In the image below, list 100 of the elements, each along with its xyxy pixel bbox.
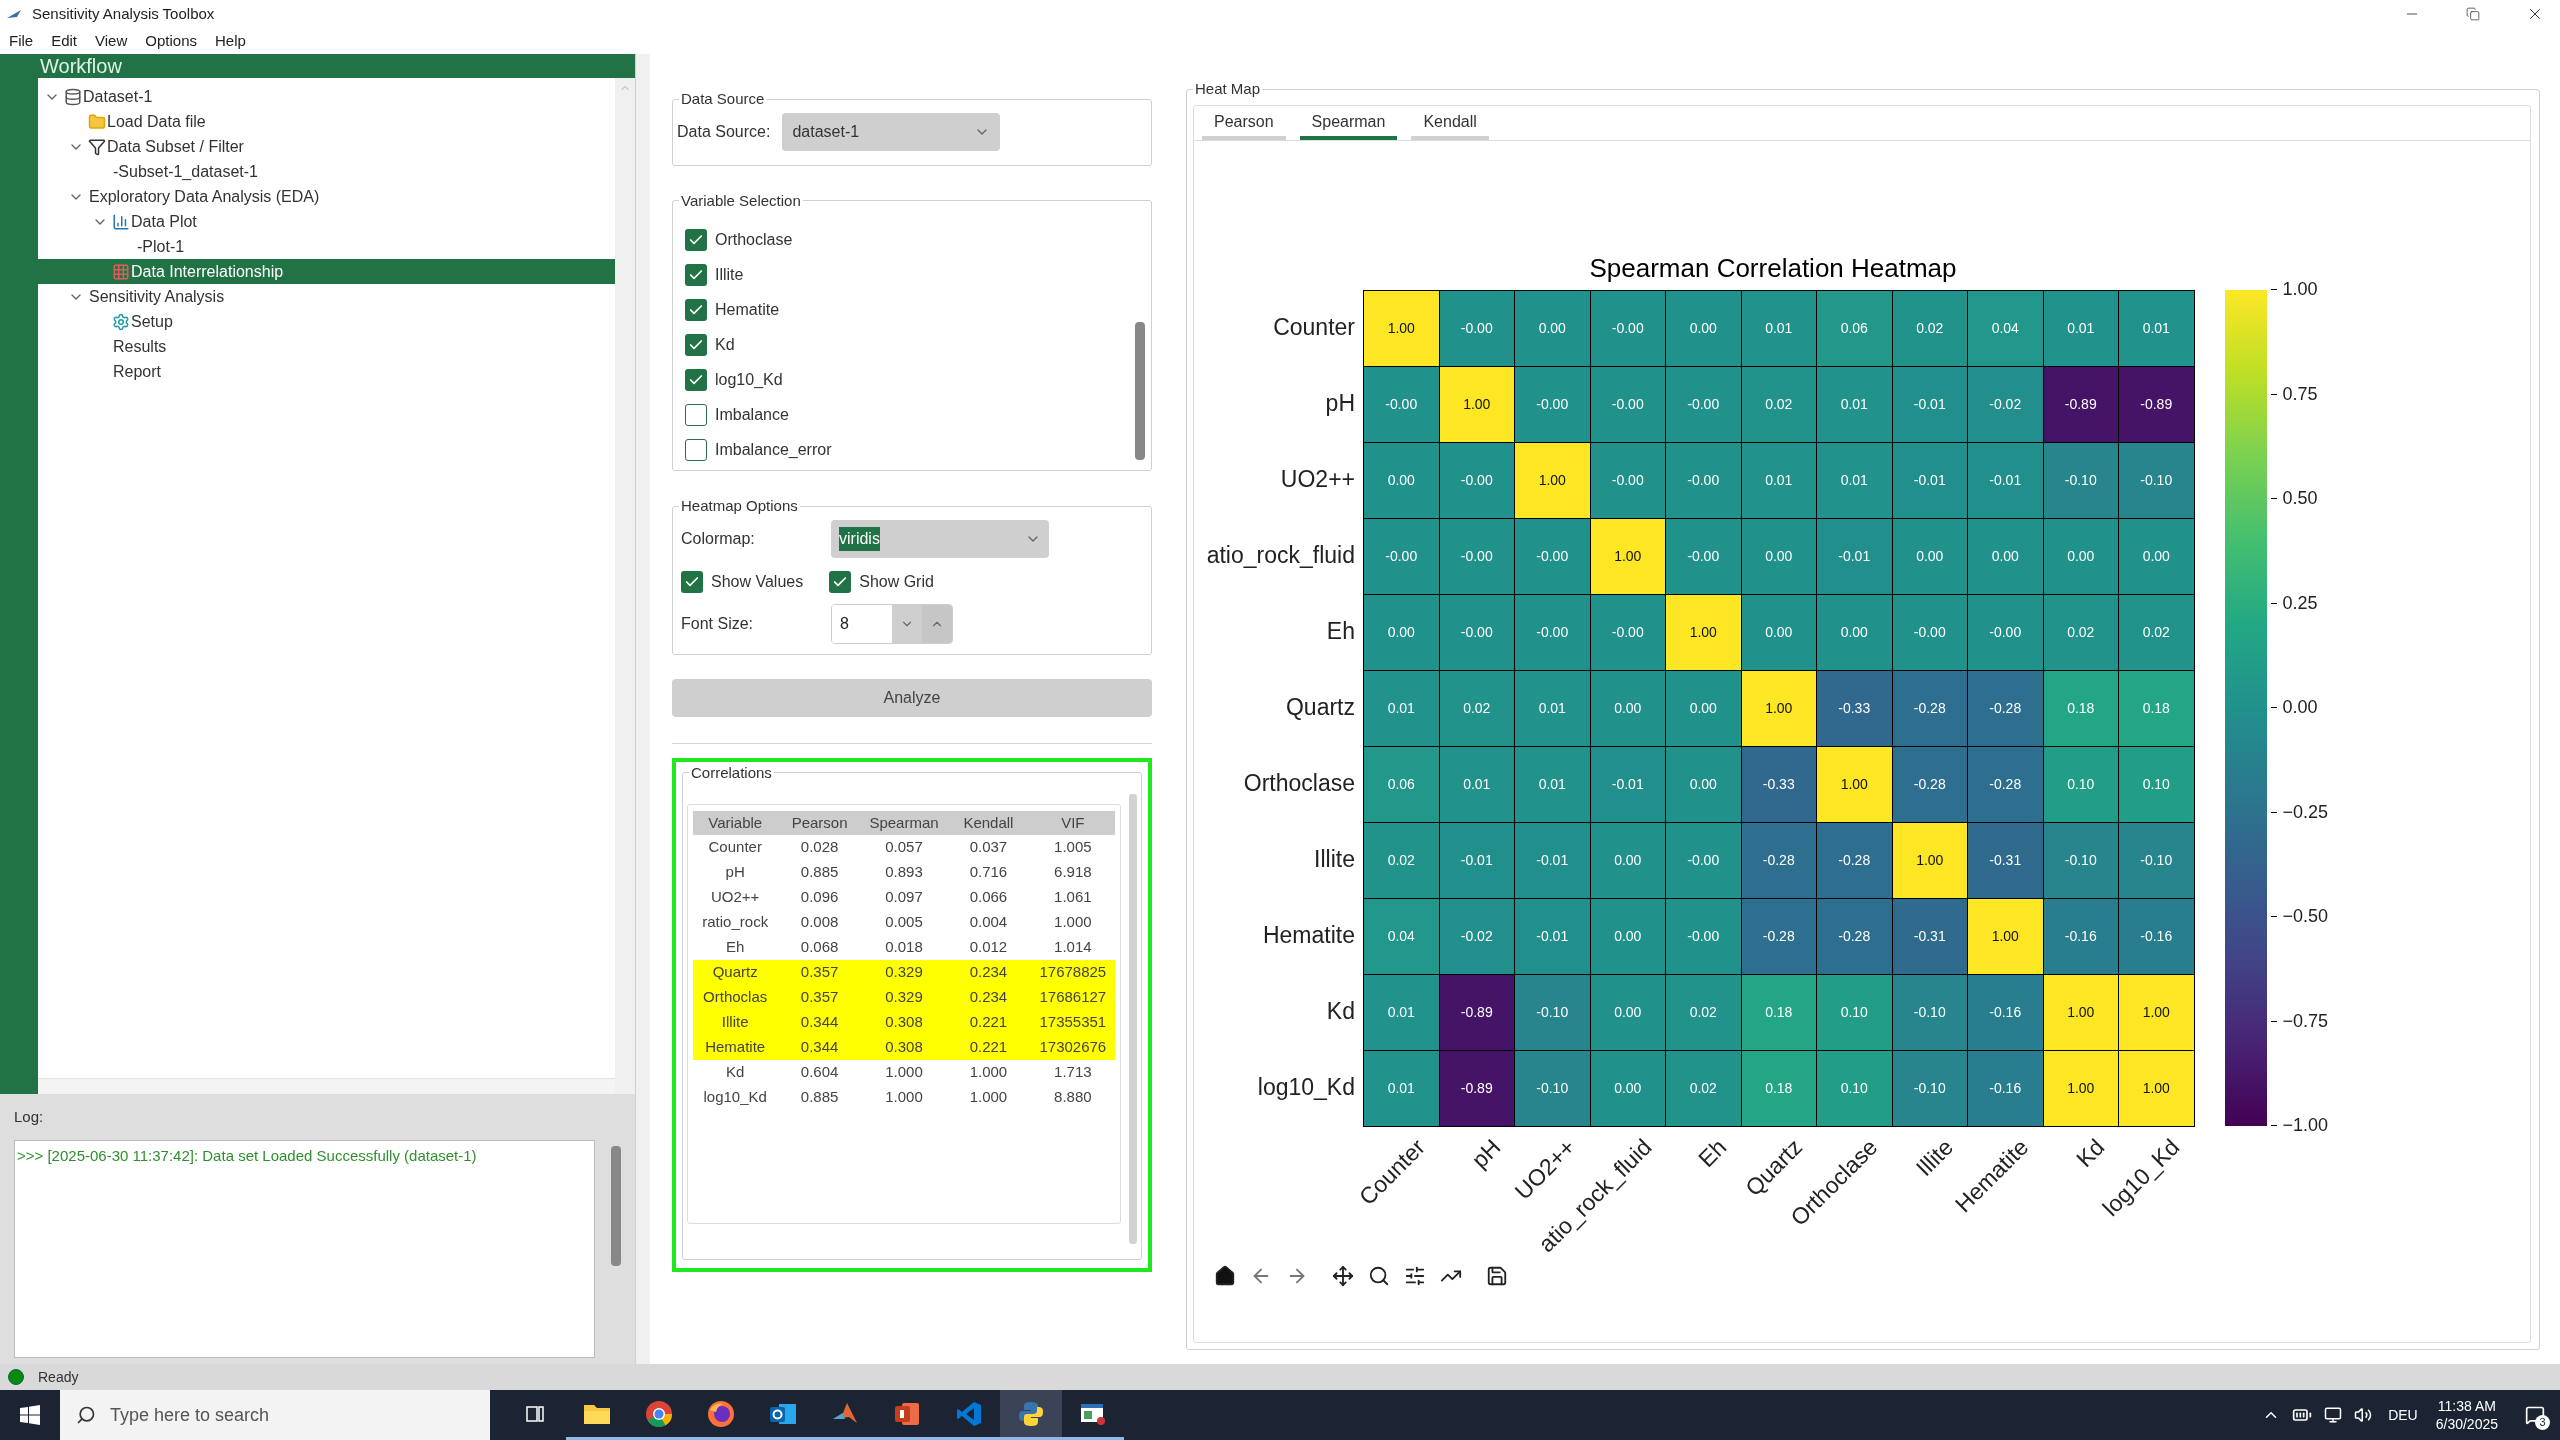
table-cell: 0.221 bbox=[946, 1010, 1031, 1035]
heatmap-cell: 0.01 bbox=[2119, 290, 2194, 366]
tree-item[interactable]: Data Interrelationship bbox=[38, 259, 615, 284]
notification-button[interactable]: 3 bbox=[2520, 1400, 2550, 1430]
search-field[interactable]: Type here to search bbox=[60, 1390, 490, 1440]
column-header: Kendall bbox=[962, 812, 1015, 833]
horizontal-scrollbar[interactable] bbox=[38, 1078, 615, 1094]
python-app-icon[interactable] bbox=[1018, 1400, 1044, 1427]
heatmap-cell: 0.00 bbox=[1666, 290, 1741, 366]
clock[interactable]: 11:38 AM 6/30/2025 bbox=[2435, 1397, 2498, 1433]
heatmap-cell: -0.28 bbox=[1817, 822, 1892, 898]
log-label: Log: bbox=[14, 1107, 45, 1127]
tree-item[interactable]: Results bbox=[38, 334, 615, 359]
tab[interactable]: Spearman bbox=[1299, 109, 1398, 140]
browser-icon[interactable] bbox=[707, 1399, 735, 1428]
heatmap-cell: 0.18 bbox=[1741, 1050, 1816, 1126]
tree-item[interactable]: Data Plot bbox=[38, 209, 615, 234]
tree-item[interactable]: Exploratory Data Analysis (EDA) bbox=[38, 184, 615, 209]
table-cell-text: 0.057 bbox=[884, 837, 924, 858]
heatmap-cell: 1.00 bbox=[2043, 974, 2118, 1050]
taskbar-app[interactable] bbox=[1000, 1390, 1062, 1440]
home-icon[interactable] bbox=[1214, 1264, 1236, 1287]
search-icon[interactable] bbox=[1368, 1264, 1390, 1287]
checkbox-label: Illite bbox=[715, 265, 744, 285]
data-source-dropdown[interactable]: dataset-1 bbox=[782, 112, 1001, 151]
group-title: Heatmap Options bbox=[680, 496, 799, 516]
heatmap-cell: -0.00 bbox=[1590, 290, 1665, 366]
table-cell: 17302676 bbox=[1030, 1035, 1116, 1060]
tree-item[interactable]: Report bbox=[38, 359, 615, 384]
heatmap-cell: -0.28 bbox=[1892, 746, 1967, 822]
menu-item[interactable]: Help bbox=[215, 29, 246, 53]
table-cell-text: 0.885 bbox=[799, 862, 840, 883]
menu-item[interactable]: View bbox=[95, 29, 128, 53]
slides-app-icon[interactable] bbox=[894, 1400, 920, 1427]
speaker-icon[interactable] bbox=[2354, 1406, 2373, 1424]
heatmap-cell: -0.00 bbox=[1515, 518, 1590, 594]
heatmap-cell: -0.16 bbox=[1968, 974, 2043, 1050]
tree-item[interactable]: Sensitivity Analysis bbox=[38, 284, 615, 309]
tree-item[interactable]: Dataset-1 bbox=[38, 84, 615, 109]
row-label: pH bbox=[1325, 389, 1355, 419]
checkbox[interactable] bbox=[685, 334, 707, 356]
heatmap-cell: -0.00 bbox=[1590, 366, 1665, 442]
tree-item[interactable]: -Subset-1_dataset-1 bbox=[38, 159, 615, 184]
tree-item[interactable]: Setup bbox=[38, 309, 615, 334]
checkbox[interactable] bbox=[685, 229, 707, 251]
heatmap-cell: 0.01 bbox=[2043, 290, 2118, 366]
tree-item[interactable]: Data Subset / Filter bbox=[38, 134, 615, 159]
start-icon[interactable] bbox=[20, 1405, 40, 1425]
tab[interactable]: Kendall bbox=[1411, 109, 1489, 140]
column-label: pH bbox=[1465, 1132, 1507, 1175]
analyze-button[interactable]: Analyze bbox=[672, 678, 1152, 717]
table-cell-text: 0.018 bbox=[884, 937, 924, 958]
tree-item[interactable]: Load Data file bbox=[38, 109, 615, 134]
font-size-spinbox[interactable]: 8 bbox=[831, 603, 953, 644]
restore-icon[interactable] bbox=[2466, 7, 2480, 21]
tree-item[interactable]: -Plot-1 bbox=[38, 234, 615, 259]
heatmap-cell: 0.18 bbox=[2043, 670, 2118, 746]
save-icon[interactable] bbox=[1486, 1264, 1508, 1287]
heatmap-cell: 0.10 bbox=[2043, 746, 2118, 822]
checkbox[interactable] bbox=[829, 570, 852, 593]
table-cell-text: 0.005 bbox=[884, 912, 924, 933]
menu-item[interactable]: Options bbox=[145, 29, 197, 53]
menu-item[interactable]: Edit bbox=[51, 29, 78, 53]
window-app-icon[interactable] bbox=[1080, 1401, 1106, 1426]
checkbox[interactable] bbox=[685, 439, 707, 461]
heatmap-cell: 0.01 bbox=[1741, 290, 1816, 366]
tab[interactable]: Pearson bbox=[1202, 109, 1286, 140]
row-label: log10_Kd bbox=[1257, 1073, 1355, 1103]
heatmap-cell: -0.28 bbox=[1817, 898, 1892, 974]
checkbox[interactable] bbox=[685, 404, 707, 426]
checkbox[interactable] bbox=[685, 299, 707, 321]
heatmap-cell: 0.00 bbox=[1892, 518, 1967, 594]
browser-icon[interactable] bbox=[645, 1399, 673, 1428]
table-cell-text: 1.005 bbox=[1053, 837, 1093, 858]
checkbox[interactable] bbox=[681, 570, 703, 593]
checkbox[interactable] bbox=[685, 264, 707, 286]
heatmap-cell: -0.10 bbox=[1892, 1050, 1967, 1126]
language-indicator[interactable]: DEU bbox=[2388, 1404, 2418, 1426]
checkbox[interactable] bbox=[685, 369, 707, 391]
heatmap-cell: -0.10 bbox=[1515, 1050, 1590, 1126]
vertical-scrollbar[interactable] bbox=[1129, 794, 1137, 1244]
folder-icon bbox=[88, 112, 106, 131]
menu-item[interactable]: File bbox=[9, 29, 34, 53]
heatmap-cell: -0.31 bbox=[1892, 898, 1967, 974]
row-label: Illite bbox=[1314, 845, 1355, 875]
table-cell-text: 0.097 bbox=[884, 887, 924, 908]
heatmap-cell: 0.00 bbox=[1666, 746, 1741, 822]
heatmap-cell: -0.02 bbox=[1439, 898, 1514, 974]
colorbar-tick-label: 0.00 bbox=[2282, 696, 2318, 719]
table-cell: 0.308 bbox=[861, 1035, 947, 1060]
colormap-dropdown[interactable]: viridis bbox=[831, 519, 1049, 558]
vertical-scrollbar[interactable] bbox=[615, 78, 635, 1094]
heatmap-cell: 0.00 bbox=[1741, 594, 1816, 670]
heatmap-cell: -0.00 bbox=[1666, 442, 1741, 518]
table-cell-text: 1.061 bbox=[1053, 887, 1093, 908]
code-editor-icon[interactable] bbox=[956, 1400, 982, 1427]
sliders-icon[interactable] bbox=[1404, 1264, 1426, 1287]
table-cell-text: 1.000 bbox=[884, 1062, 924, 1083]
move-icon[interactable] bbox=[1332, 1264, 1354, 1287]
checkbox-label: Orthoclase bbox=[715, 230, 793, 250]
